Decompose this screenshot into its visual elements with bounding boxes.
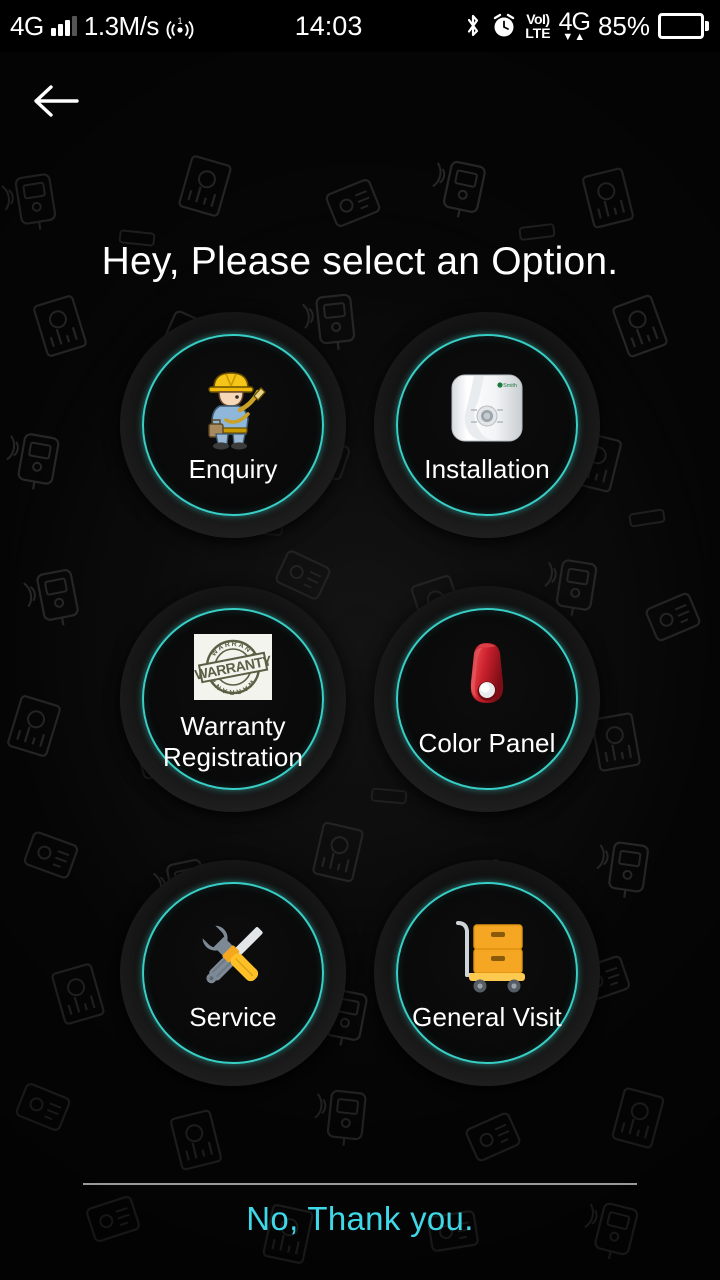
status-bar: 4G 1.3M/s 1 14:03 VoI) LTE 4G ▼▲ 85% [0,0,720,52]
page-title: Hey, Please select an Option. [101,240,619,283]
signal-bars-icon [50,16,77,36]
svg-text:Smith: Smith [503,383,517,389]
status-bar-left: 4G 1.3M/s 1 [0,11,194,42]
options-row: WARRANTY WARRANTY WARRANTY [0,586,720,812]
back-button[interactable] [26,70,88,132]
navigation-bar [0,52,720,160]
option-label: Installation [424,453,550,484]
status-bar-center: 14:03 [194,11,463,42]
main-content: Hey, Please select an Option. Enquiry Sm… [0,0,720,1280]
option-installation[interactable]: Smith Installation [374,312,600,538]
bluetooth-icon [463,12,483,40]
battery-percent-label: 85% [597,10,650,41]
volte-icon: VoI) LTE [525,12,550,40]
volte-line1: VoI) [526,11,550,27]
option-service[interactable]: Service [120,860,346,1086]
hand-truck-icon [444,914,530,998]
network-type-label: 4G [10,11,44,41]
warranty-stamp-icon: WARRANTY WARRANTY WARRANTY [194,625,272,709]
option-general-visit[interactable]: General Visit [374,860,600,1086]
engineer-worker-icon [196,366,270,450]
svg-text:1: 1 [177,16,182,26]
option-label: Service [189,1001,277,1032]
back-arrow-icon [34,85,79,117]
option-color-panel[interactable]: Color Panel [374,586,600,812]
wrench-screwdriver-icon [192,914,274,998]
red-color-panel-icon [458,640,516,724]
decline-link[interactable]: No, Thank you. [0,1200,720,1238]
volte-line2: LTE [525,25,551,41]
footer-divider [83,1183,637,1185]
battery-icon [658,13,710,39]
app-screen: 4G 1.3M/s 1 14:03 VoI) LTE 4G ▼▲ 85% Hey… [0,0,720,1280]
water-heater-icon: Smith [444,366,530,450]
options-grid: Enquiry Smith Installation WARRAN WARRAN… [0,312,720,1086]
clock-label: 14:03 [294,10,363,41]
options-row: Service General Visit [0,860,720,1086]
option-label: General Visit [412,1001,562,1032]
option-label: Enquiry [188,453,278,484]
hotspot-icon: 1 [166,15,194,39]
network-right-icon: 4G ▼▲ [559,9,591,43]
data-arrows-icon: ▼▲ [562,30,587,43]
data-speed-label: 1.3M/s [83,10,160,41]
option-label: Color Panel [418,727,556,758]
option-label: Warranty Registration [163,711,303,772]
option-warranty-registration[interactable]: WARRANTY WARRANTY WARRANTY [120,586,346,812]
status-bar-right: VoI) LTE 4G ▼▲ 85% [463,9,720,43]
options-row: Enquiry Smith Installation [0,312,720,538]
option-enquiry[interactable]: Enquiry [120,312,346,538]
alarm-clock-icon [491,13,517,39]
